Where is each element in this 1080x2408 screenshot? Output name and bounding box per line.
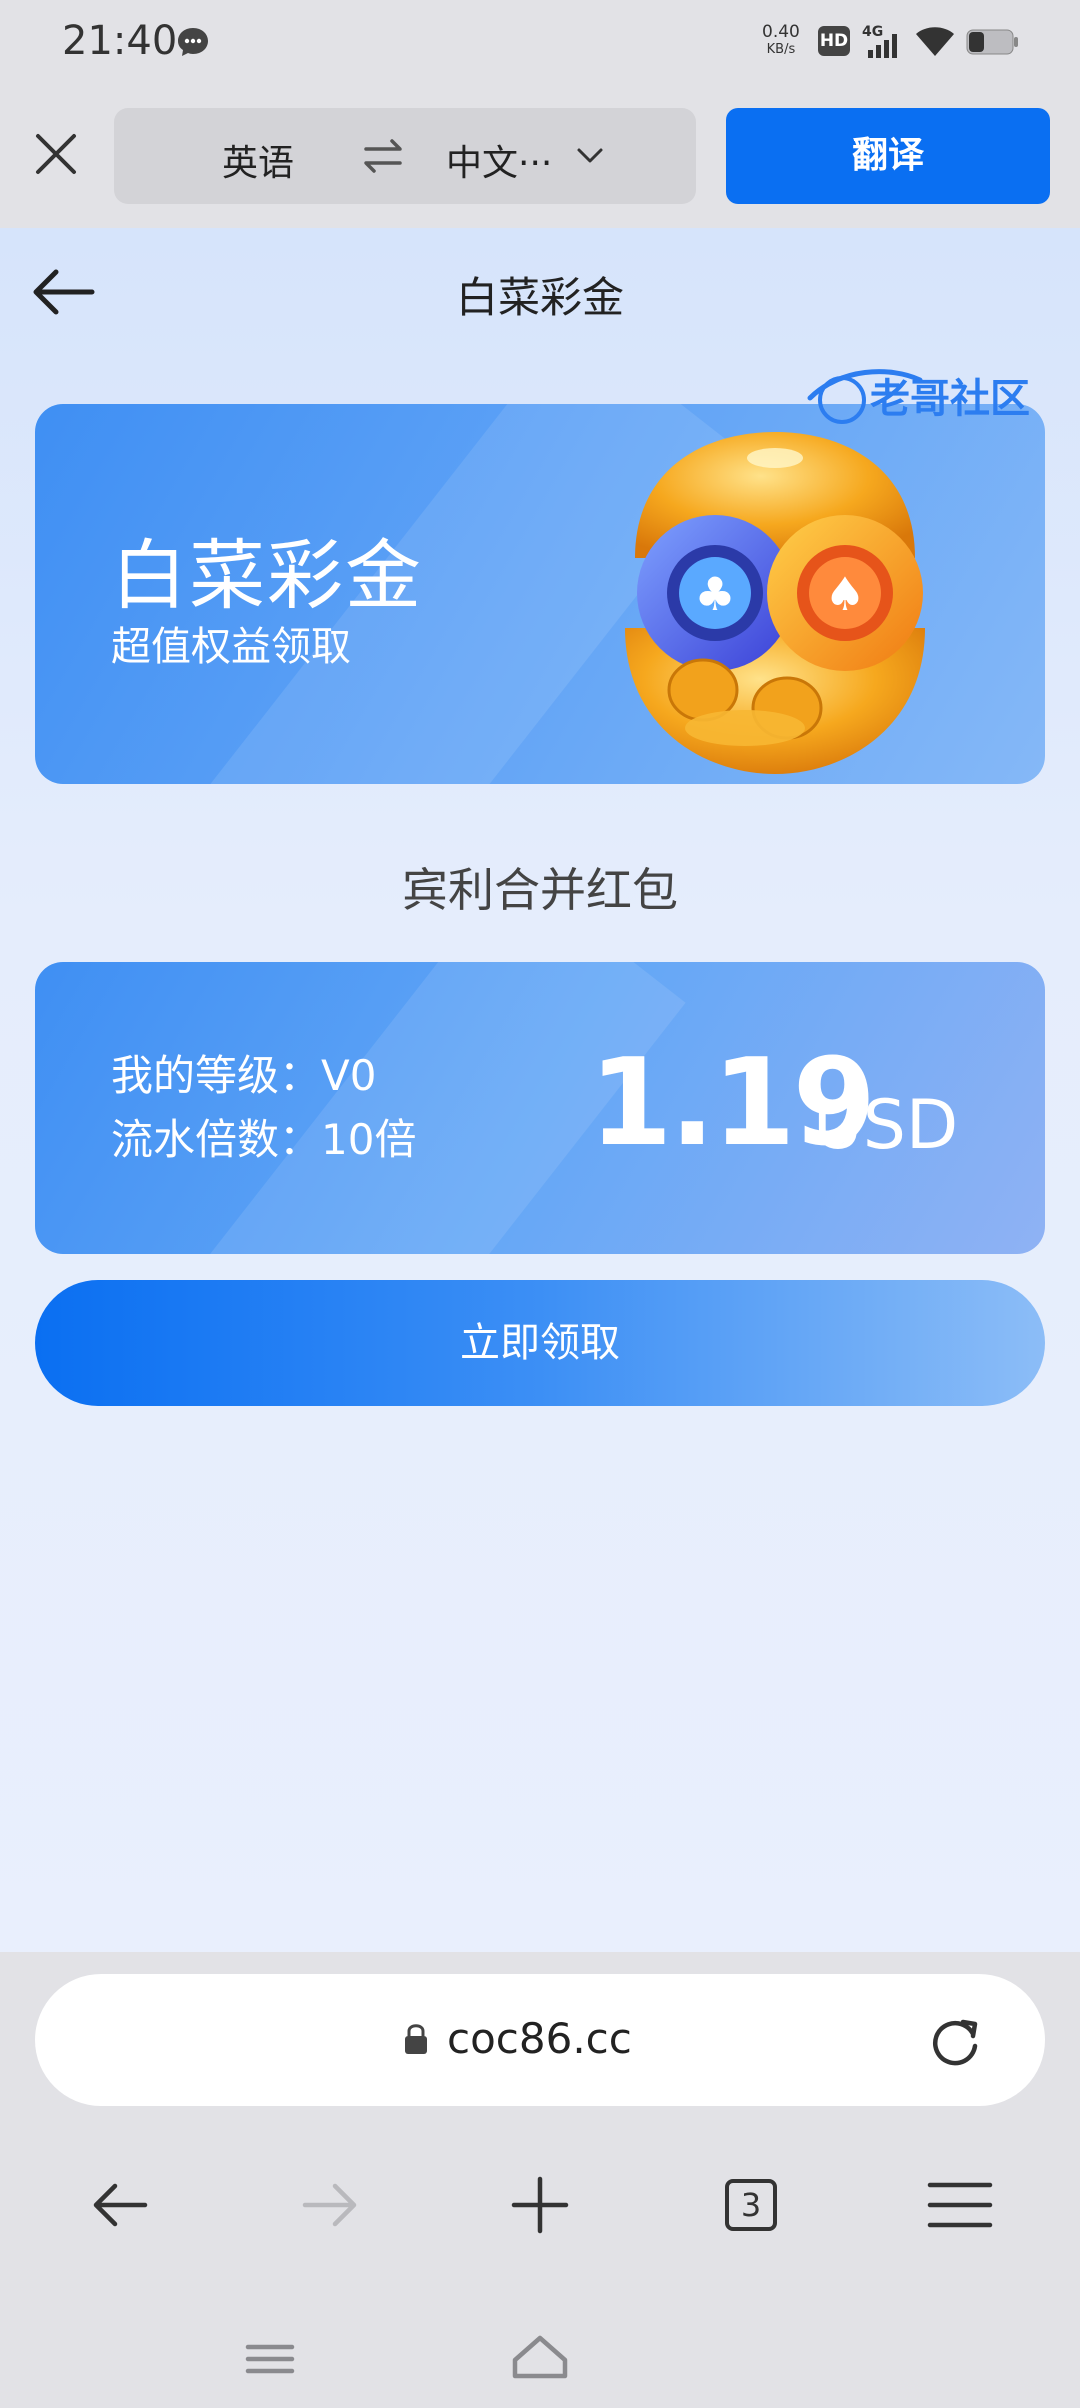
net-speed-value: 0.40 [762, 22, 800, 42]
lock-icon [405, 2024, 427, 2054]
address-bar[interactable]: coc86.cc [35, 1974, 1045, 2106]
menu-icon[interactable] [905, 2150, 1015, 2260]
bonus-currency: USD [813, 1086, 959, 1165]
language-selector[interactable]: 英语 中文··· [114, 108, 696, 204]
tabs-button[interactable]: 3 [695, 2150, 805, 2260]
web-page: 白菜彩金 白菜彩金 超值权益领取 ♣ ♠ 宾利合并红包 我的等级：V0 流水倍数… [0, 228, 1080, 1952]
browser-toolbar: coc86.cc 3 [0, 1952, 1080, 2408]
banner-title: 白菜彩金 [111, 531, 423, 620]
hd-icon: HD [818, 26, 850, 56]
net-speed: 0.40 KB/s [762, 24, 800, 58]
system-nav-bar [0, 2310, 1080, 2408]
level-row: 我的等级：V0 [111, 1042, 376, 1103]
wager-label: 流水倍数： [111, 1115, 322, 1164]
signal-icon: 4G [862, 24, 897, 58]
svg-text:♠: ♠ [824, 567, 865, 621]
tab-count[interactable]: 3 [725, 2179, 777, 2231]
level-label: 我的等级： [111, 1051, 322, 1100]
promo-banner: 白菜彩金 超值权益领取 ♣ ♠ [35, 404, 1045, 784]
battery-icon [966, 29, 1018, 55]
svg-text:♣: ♣ [694, 567, 735, 621]
claim-button[interactable]: 立即领取 [35, 1280, 1045, 1406]
status-bar: 21:40 0.40 KB/s HD 4G [0, 0, 1080, 88]
wager-value: 10倍 [321, 1115, 417, 1164]
wifi-icon [916, 27, 954, 56]
bonus-info-card: 我的等级：V0 流水倍数：10倍 1.19 USD [35, 962, 1045, 1254]
forward-icon[interactable] [275, 2150, 385, 2260]
net-speed-unit: KB/s [766, 42, 796, 57]
home-icon[interactable] [485, 2304, 595, 2408]
watermark-text: 老哥社区 [870, 376, 1030, 422]
banner-subtitle: 超值权益领取 [111, 624, 351, 670]
treasure-capsule-illustration: ♣ ♠ [625, 432, 925, 774]
translate-button[interactable]: 翻译 [726, 108, 1050, 204]
url-text[interactable]: coc86.cc [447, 2014, 632, 2063]
network-label: 4G [862, 24, 883, 40]
section-title: 宾利合并红包 [402, 863, 678, 917]
recent-apps-icon[interactable] [215, 2304, 325, 2408]
reload-icon[interactable] [927, 2014, 983, 2070]
swap-icon[interactable] [362, 136, 404, 176]
watermark-logo: 老哥社区 [807, 369, 1030, 424]
target-language[interactable]: 中文··· [446, 134, 552, 186]
translate-bar: 英语 中文··· 翻译 [0, 88, 1080, 228]
new-tab-icon[interactable] [485, 2150, 595, 2260]
page-title: 白菜彩金 [455, 273, 624, 322]
status-time: 21:40 [62, 18, 178, 64]
browser-nav-row: 3 [0, 2150, 1080, 2260]
wager-row: 流水倍数：10倍 [111, 1106, 416, 1167]
message-icon [178, 28, 208, 56]
level-value: V0 [321, 1051, 377, 1100]
source-language[interactable]: 英语 [222, 134, 294, 186]
close-icon[interactable] [34, 132, 78, 176]
back-icon[interactable] [65, 2150, 175, 2260]
chevron-down-icon[interactable] [576, 144, 604, 168]
